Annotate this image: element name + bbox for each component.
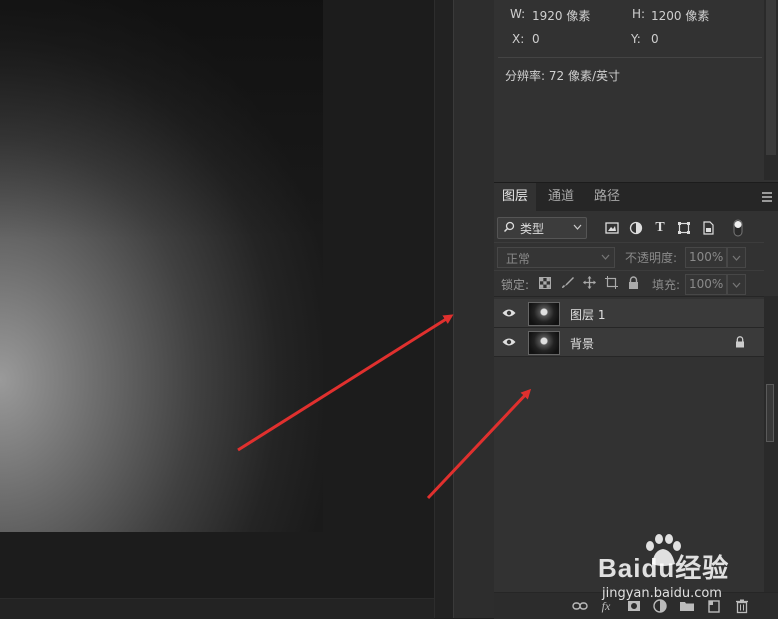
pixel-layer-filter-icon[interactable] bbox=[605, 221, 619, 235]
lock-position-icon[interactable] bbox=[583, 276, 596, 289]
info-y-value: 0 bbox=[651, 32, 659, 46]
fill-value: 100% bbox=[689, 277, 724, 291]
lock-row: 锁定: 填充: 100% bbox=[494, 270, 764, 297]
canvas-image[interactable] bbox=[0, 0, 323, 532]
filter-toggle-icon[interactable] bbox=[733, 219, 743, 237]
layer-thumbnail bbox=[528, 302, 560, 326]
eye-icon[interactable] bbox=[502, 337, 516, 347]
info-x-value: 0 bbox=[532, 32, 540, 46]
chevron-down-icon bbox=[601, 254, 610, 260]
lock-image-pixels-icon[interactable] bbox=[561, 276, 574, 289]
info-resolution: 分辨率: 72 像素/英寸 bbox=[505, 69, 620, 83]
info-height-label: H: bbox=[632, 7, 646, 21]
type-layer-filter-icon[interactable]: T bbox=[653, 221, 667, 235]
opacity-input[interactable]: 100% bbox=[685, 247, 727, 268]
info-panel: W: 1920 像素 H: 1200 像素 X: 0 Y: 0 分辨率: 72 … bbox=[494, 0, 764, 180]
fill-dropdown-button[interactable] bbox=[727, 274, 746, 295]
fill-label: 填充: bbox=[652, 278, 681, 292]
right-panel: W: 1920 像素 H: 1200 像素 X: 0 Y: 0 分辨率: 72 … bbox=[494, 0, 778, 619]
info-x-label: X: bbox=[512, 32, 525, 46]
opacity-value: 100% bbox=[689, 250, 724, 264]
layer-lock-icon bbox=[736, 336, 744, 348]
layer-filter-label: 类型 bbox=[520, 222, 545, 236]
new-layer-icon[interactable] bbox=[706, 598, 722, 614]
info-width-value: 1920 像素 bbox=[532, 9, 591, 23]
layers-scrollbar-thumb[interactable] bbox=[766, 384, 774, 442]
smart-object-filter-icon[interactable] bbox=[701, 221, 715, 235]
info-width-label: W: bbox=[510, 7, 526, 21]
link-layers-icon[interactable] bbox=[572, 598, 588, 614]
info-y-label: Y: bbox=[631, 32, 641, 46]
lock-transparent-pixels-icon[interactable] bbox=[539, 277, 551, 289]
trash-icon[interactable] bbox=[734, 598, 750, 614]
info-height-value: 1200 像素 bbox=[651, 9, 710, 23]
chevron-down-icon bbox=[732, 255, 741, 261]
layers-scrollbar[interactable] bbox=[764, 296, 778, 592]
info-scrollbar-thumb[interactable] bbox=[766, 0, 776, 155]
lock-label: 锁定: bbox=[501, 278, 530, 292]
blend-row: 正常 不透明度: 100% bbox=[494, 242, 764, 271]
blend-mode-select[interactable]: 正常 bbox=[497, 247, 615, 268]
info-divider bbox=[498, 57, 762, 58]
fx-icon[interactable]: fx bbox=[598, 598, 614, 614]
search-icon bbox=[503, 221, 515, 233]
adjustment-layer-filter-icon[interactable] bbox=[629, 221, 643, 235]
lock-all-icon[interactable] bbox=[628, 276, 639, 289]
layer-name: 背景 bbox=[570, 337, 595, 351]
layer-thumbnail bbox=[528, 331, 560, 355]
tab-channels[interactable]: 通道 bbox=[540, 183, 582, 211]
layers-panel-tabs: 图层 通道 路径 bbox=[494, 182, 778, 211]
eye-icon[interactable] bbox=[502, 308, 516, 318]
horizontal-scrollbar[interactable] bbox=[0, 598, 434, 619]
blend-mode-value: 正常 bbox=[506, 252, 531, 266]
tab-paths[interactable]: 路径 bbox=[586, 183, 628, 211]
layers-list: 图层 1 背景 bbox=[494, 296, 764, 593]
new-group-icon[interactable] bbox=[679, 598, 695, 614]
layer-filter-row: 类型 T bbox=[494, 214, 764, 242]
workspace-divider bbox=[434, 0, 454, 618]
layer-row[interactable]: 背景 bbox=[494, 328, 764, 357]
document-workspace[interactable] bbox=[0, 0, 434, 598]
layers-footer: fx bbox=[494, 592, 778, 619]
layer-name: 图层 1 bbox=[570, 308, 606, 322]
shape-layer-filter-icon[interactable] bbox=[677, 221, 691, 235]
layer-row[interactable]: 图层 1 bbox=[494, 299, 764, 328]
chevron-down-icon bbox=[573, 224, 582, 230]
panel-dock-strip bbox=[453, 0, 495, 618]
add-mask-icon[interactable] bbox=[626, 598, 642, 614]
panel-menu-icon[interactable] bbox=[762, 192, 772, 202]
opacity-dropdown-button[interactable] bbox=[727, 247, 746, 268]
chevron-down-icon bbox=[732, 282, 741, 288]
adjustment-layer-icon[interactable] bbox=[652, 598, 668, 614]
tab-layers[interactable]: 图层 bbox=[494, 183, 537, 211]
fill-input[interactable]: 100% bbox=[685, 274, 727, 295]
opacity-label: 不透明度: bbox=[625, 251, 678, 265]
lock-artboard-icon[interactable] bbox=[605, 276, 618, 289]
layer-filter-select[interactable]: 类型 bbox=[497, 217, 587, 239]
